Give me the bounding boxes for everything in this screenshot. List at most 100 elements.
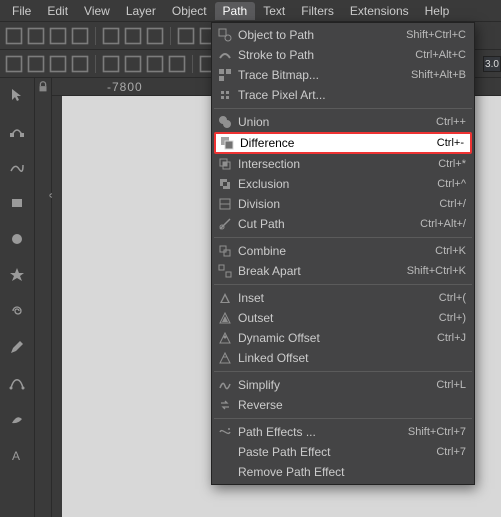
menuitem-outset[interactable]: OutsetCtrl+) [212, 308, 474, 328]
menuitem-simplify[interactable]: SimplifyCtrl+L [212, 375, 474, 395]
tool-spiral[interactable] [6, 300, 28, 322]
menu-separator [214, 237, 472, 238]
menuitem-remove-path-effect[interactable]: Remove Path Effect [212, 462, 474, 482]
menuitem-object-to-path[interactable]: Object to PathShift+Ctrl+C [212, 25, 474, 45]
menuitem-label: Difference [236, 136, 437, 150]
path-effects-icon [216, 424, 234, 440]
menuitem-label: Union [234, 115, 436, 129]
menuitem-label: Intersection [234, 157, 438, 171]
menubar: FileEditViewLayerObjectPathTextFiltersEx… [0, 0, 501, 22]
menuitem-label: Paste Path Effect [234, 445, 436, 459]
menuitem-accel: Ctrl+Alt+/ [420, 218, 466, 230]
menuitem-intersection[interactable]: IntersectionCtrl+* [212, 154, 474, 174]
zoom-in-button[interactable] [4, 54, 24, 74]
menuitem-label: Exclusion [234, 177, 437, 191]
menu-filters[interactable]: Filters [293, 2, 342, 20]
menuitem-trace-bitmap[interactable]: Trace Bitmap...Shift+Alt+B [212, 65, 474, 85]
tool-calligraphy[interactable] [6, 408, 28, 430]
save-button[interactable] [48, 26, 68, 46]
menu-text[interactable]: Text [255, 2, 293, 20]
menuitem-accel: Ctrl+^ [437, 178, 466, 190]
menuitem-accel: Ctrl+7 [436, 446, 466, 458]
menuitem-path-effects[interactable]: Path Effects ...Shift+Ctrl+7 [212, 422, 474, 442]
reverse-icon [216, 397, 234, 413]
import-button[interactable] [101, 26, 121, 46]
menuitem-combine[interactable]: CombineCtrl+K [212, 241, 474, 261]
tool-node[interactable] [6, 120, 28, 142]
menuitem-label: Dynamic Offset [234, 331, 437, 345]
tool-text[interactable]: A [6, 444, 28, 466]
inset-icon [216, 290, 234, 306]
paste-path-effect-icon [216, 444, 234, 460]
menuitem-paste-path-effect[interactable]: Paste Path EffectCtrl+7 [212, 442, 474, 462]
menuitem-label: Trace Bitmap... [234, 68, 411, 82]
menuitem-stroke-to-path[interactable]: Stroke to PathCtrl+Alt+C [212, 45, 474, 65]
export-button[interactable] [123, 26, 143, 46]
menu-separator [214, 284, 472, 285]
zoom-fit-button[interactable] [48, 54, 68, 74]
menuitem-accel: Ctrl+L [436, 379, 466, 391]
menuitem-exclusion[interactable]: ExclusionCtrl+^ [212, 174, 474, 194]
menuitem-union[interactable]: UnionCtrl++ [212, 112, 474, 132]
menu-help[interactable]: Help [417, 2, 458, 20]
menuitem-label: Reverse [234, 398, 466, 412]
zoom-page-button[interactable] [70, 54, 90, 74]
menuitem-difference[interactable]: DifferenceCtrl+- [214, 132, 472, 154]
difference-icon [218, 135, 236, 151]
menu-edit[interactable]: Edit [39, 2, 76, 20]
tool-rect[interactable] [6, 192, 28, 214]
menuitem-reverse[interactable]: Reverse [212, 395, 474, 415]
redo-button[interactable] [176, 26, 196, 46]
tool-star-poly[interactable] [6, 264, 28, 286]
tool-circle[interactable] [6, 228, 28, 250]
menu-separator [214, 418, 472, 419]
menuitem-dynamic-offset[interactable]: Dynamic OffsetCtrl+J [212, 328, 474, 348]
menu-separator [214, 371, 472, 372]
menu-file[interactable]: File [4, 2, 39, 20]
new-button[interactable] [4, 26, 24, 46]
menuitem-linked-offset[interactable]: Linked Offset [212, 348, 474, 368]
zoom-out-button[interactable] [26, 54, 46, 74]
lock-icon[interactable] [36, 80, 50, 94]
tool-bezier[interactable] [6, 372, 28, 394]
ungroup-button[interactable] [167, 54, 187, 74]
menuitem-cut-path[interactable]: Cut PathCtrl+Alt+/ [212, 214, 474, 234]
menuitem-label: Division [234, 197, 439, 211]
menuitem-accel: Ctrl+) [439, 312, 466, 324]
menu-view[interactable]: View [76, 2, 118, 20]
group-button[interactable] [145, 54, 165, 74]
duplicate-button[interactable] [101, 54, 121, 74]
undo-button[interactable] [145, 26, 165, 46]
linked-offset-icon [216, 350, 234, 366]
menuitem-break-apart[interactable]: Break ApartShift+Ctrl+K [212, 261, 474, 281]
menuitem-label: Combine [234, 244, 435, 258]
menuitem-label: Simplify [234, 378, 436, 392]
print-button[interactable] [70, 26, 90, 46]
menu-object[interactable]: Object [164, 2, 215, 20]
trace-bitmap-icon [216, 67, 234, 83]
svg-text:A: A [12, 449, 20, 463]
menuitem-accel: Ctrl+/ [439, 198, 466, 210]
menuitem-division[interactable]: DivisionCtrl+/ [212, 194, 474, 214]
tool-tweak[interactable] [6, 156, 28, 178]
hruler-mark: -7800 [107, 80, 143, 94]
snap-badge: 3.0 [483, 56, 501, 72]
menuitem-accel: Ctrl+* [438, 158, 466, 170]
menu-path[interactable]: Path [215, 2, 256, 20]
menu-layer[interactable]: Layer [118, 2, 164, 20]
breakapart-icon [216, 263, 234, 279]
outset-icon [216, 310, 234, 326]
trace-pixel-icon [216, 87, 234, 103]
clone-button[interactable] [123, 54, 143, 74]
menuitem-accel: Ctrl+Alt+C [415, 49, 466, 61]
menuitem-trace-pixel-art[interactable]: Trace Pixel Art... [212, 85, 474, 105]
menuitem-inset[interactable]: InsetCtrl+( [212, 288, 474, 308]
tool-pointer[interactable] [6, 84, 28, 106]
menuitem-label: Inset [234, 291, 439, 305]
menuitem-accel: Ctrl++ [436, 116, 466, 128]
tool-pencil[interactable] [6, 336, 28, 358]
menuitem-label: Linked Offset [234, 351, 466, 365]
union-icon [216, 114, 234, 130]
menu-extensions[interactable]: Extensions [342, 2, 417, 20]
open-button[interactable] [26, 26, 46, 46]
